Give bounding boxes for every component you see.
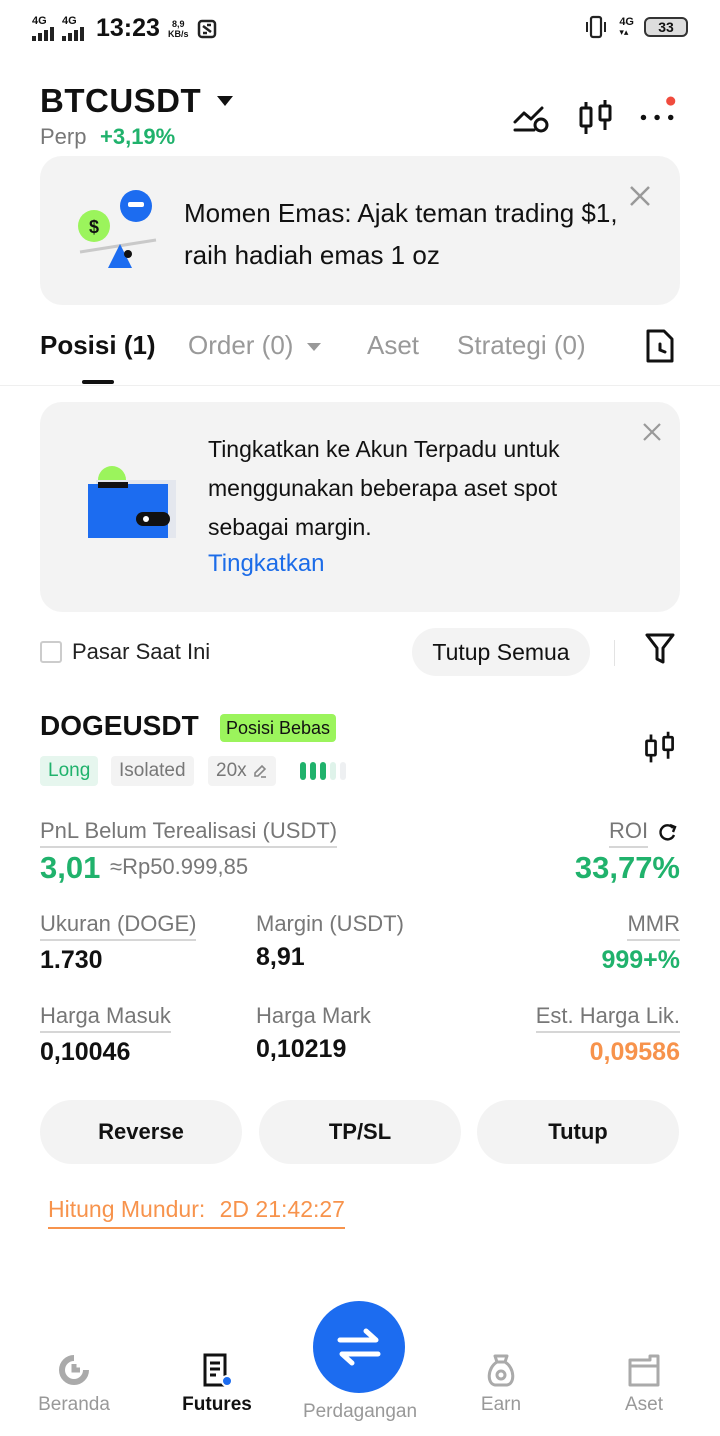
side-tag: Long [40,756,99,786]
position-symbol[interactable]: DOGEUSDT [40,710,199,742]
pair-title[interactable]: BTCUSDT [40,82,201,120]
more-icon[interactable] [638,94,678,130]
promo-banner[interactable]: $ Momen Emas: Ajak teman trading $1, rai… [40,156,680,305]
margin-mode-tag: Isolated [111,756,194,786]
margin-label: Margin (USDT) [256,911,404,936]
status-left: 4G 4G 13:23 8,9 KB/s [32,14,218,43]
wallet-icon [628,1354,660,1387]
swap-arrows-icon [337,1328,381,1366]
tpsl-button[interactable]: TP/SL [259,1100,461,1164]
share-refresh-icon[interactable] [658,822,678,842]
chevron-down-icon [306,343,321,352]
battery-icon: 33 [644,17,688,37]
edit-icon [254,764,267,778]
pnl-label[interactable]: PnL Belum Terealisasi (USDT) [40,818,338,848]
mmr-value: 999+% [601,946,680,974]
free-position-badge: Posisi Bebas [220,714,337,742]
margin-value: 8,91 [256,943,305,971]
liq-price-value: 0,09586 [589,1038,680,1066]
countdown-label: Hitung Mundur: [48,1196,206,1222]
mark-price-label: Harga Mark [256,1003,371,1028]
tab-orders[interactable]: Order (0) [188,330,321,361]
status-right: 4G ▾▴ 33 [583,14,688,40]
chart-line-icon[interactable] [512,100,552,136]
promo-illustration: $ [78,190,157,268]
tab-indicator [82,380,114,384]
nav-trade-label[interactable]: Perdagangan [290,1401,430,1423]
upgrade-link[interactable]: Tingkatkan [208,550,325,578]
vibrate-icon [586,15,607,39]
tab-assets[interactable]: Aset [367,330,419,361]
current-market-label[interactable]: Pasar Saat Ini [72,639,210,665]
tab-positions[interactable]: Posisi (1) [40,330,156,361]
filter-divider [614,640,615,666]
size-label[interactable]: Ukuran (DOGE) [40,911,197,941]
svg-text:$: $ [89,217,99,237]
countdown-value: 2D 21:42:27 [219,1196,345,1222]
entry-price-value: 0,10046 [40,1038,131,1066]
close-position-button[interactable]: Tutup [477,1100,679,1164]
pnl-value: 3,01 [40,850,101,885]
pair-dropdown-icon[interactable] [217,96,233,106]
mmr-label[interactable]: MMR [627,911,680,941]
adl-indicator [300,762,346,780]
promo-text: Momen Emas: Ajak teman trading $1, raih … [184,198,618,270]
earn-bag-icon [487,1354,515,1387]
close-icon[interactable] [642,422,662,442]
signal-1-icon: 4G [32,16,54,41]
upgrade-text: Tingkatkan ke Akun Terpadu untuk menggun… [208,436,560,540]
mark-price-value: 0,10219 [256,1035,347,1063]
wallet-illustration [88,466,176,538]
nav-futures[interactable]: Futures [145,1352,289,1416]
upgrade-banner[interactable]: Tingkatkan ke Akun Terpadu untuk menggun… [40,402,680,612]
size-value: 1.730 [40,946,103,974]
tab-strategies[interactable]: Strategi (0) [457,330,586,361]
current-market-checkbox[interactable] [40,641,62,663]
signal-2-icon: 4G [62,16,84,41]
history-document-icon[interactable] [644,328,676,364]
tabs-divider [0,385,720,386]
candlestick-icon[interactable] [642,730,678,766]
screenshot-icon [198,19,217,38]
contract-type: Perp [40,124,87,149]
candlestick-icon[interactable] [576,100,616,136]
nav-home[interactable]: Beranda [2,1352,146,1416]
roi-label[interactable]: ROI [609,818,649,848]
nav-assets[interactable]: Aset [572,1352,716,1416]
close-all-button[interactable]: Tutup Semua [412,628,590,676]
futures-icon [203,1353,233,1387]
price-change: +3,19% [100,124,176,149]
status-bar: 4G 4G 13:23 8,9 KB/s 4G ▾▴ 33 [0,0,720,58]
pnl-idr-value: ≈Rp50.999,85 [110,854,249,879]
network-speed: 8,9 KB/s [167,18,189,39]
close-icon[interactable] [628,184,652,208]
liq-price-label[interactable]: Est. Harga Lik. [535,1003,680,1033]
countdown[interactable]: Hitung Mundur: 2D 21:42:27 [48,1196,345,1229]
leverage-tag[interactable]: 20x [208,756,276,786]
nav-earn[interactable]: Earn [429,1352,573,1416]
status-time: 13:23 [96,14,160,42]
home-icon [59,1355,89,1385]
entry-price-label[interactable]: Harga Masuk [40,1003,171,1033]
roi-value: 33,77% [574,850,680,885]
filter-icon[interactable] [644,632,676,666]
trade-fab-button[interactable] [313,1301,405,1393]
signal-3-icon: 4G ▾▴ [619,16,634,37]
reverse-button[interactable]: Reverse [40,1100,242,1164]
